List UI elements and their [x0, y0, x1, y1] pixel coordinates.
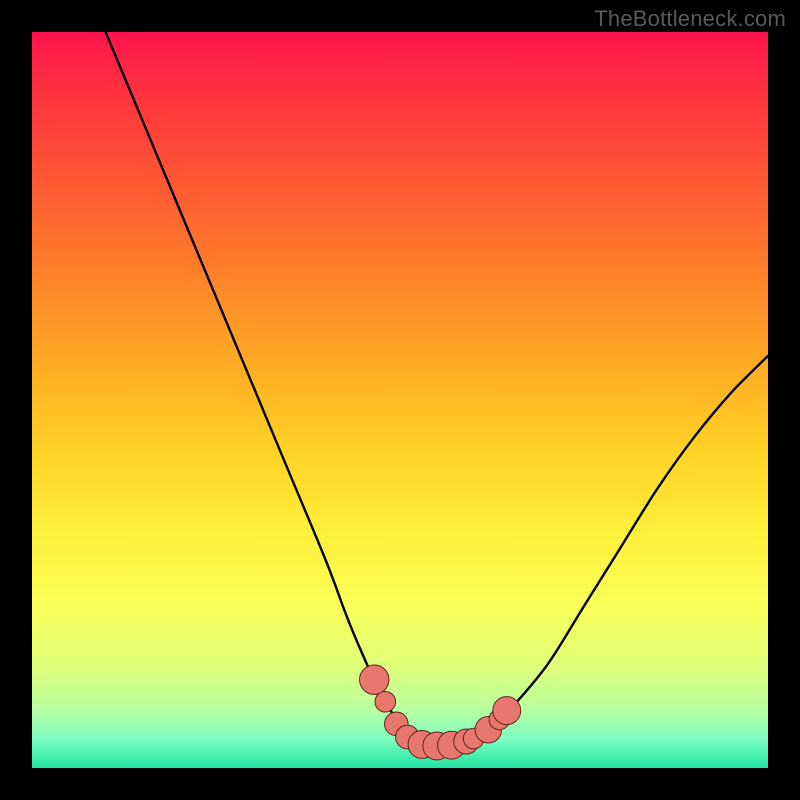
valley-marker	[375, 691, 396, 712]
outer-frame: TheBottleneck.com	[0, 0, 800, 800]
bottleneck-curve	[106, 32, 768, 746]
valley-marker	[360, 665, 389, 694]
valley-marker	[493, 697, 521, 725]
watermark-text: TheBottleneck.com	[594, 6, 786, 32]
chart-svg	[32, 32, 768, 768]
plot-area	[32, 32, 768, 768]
